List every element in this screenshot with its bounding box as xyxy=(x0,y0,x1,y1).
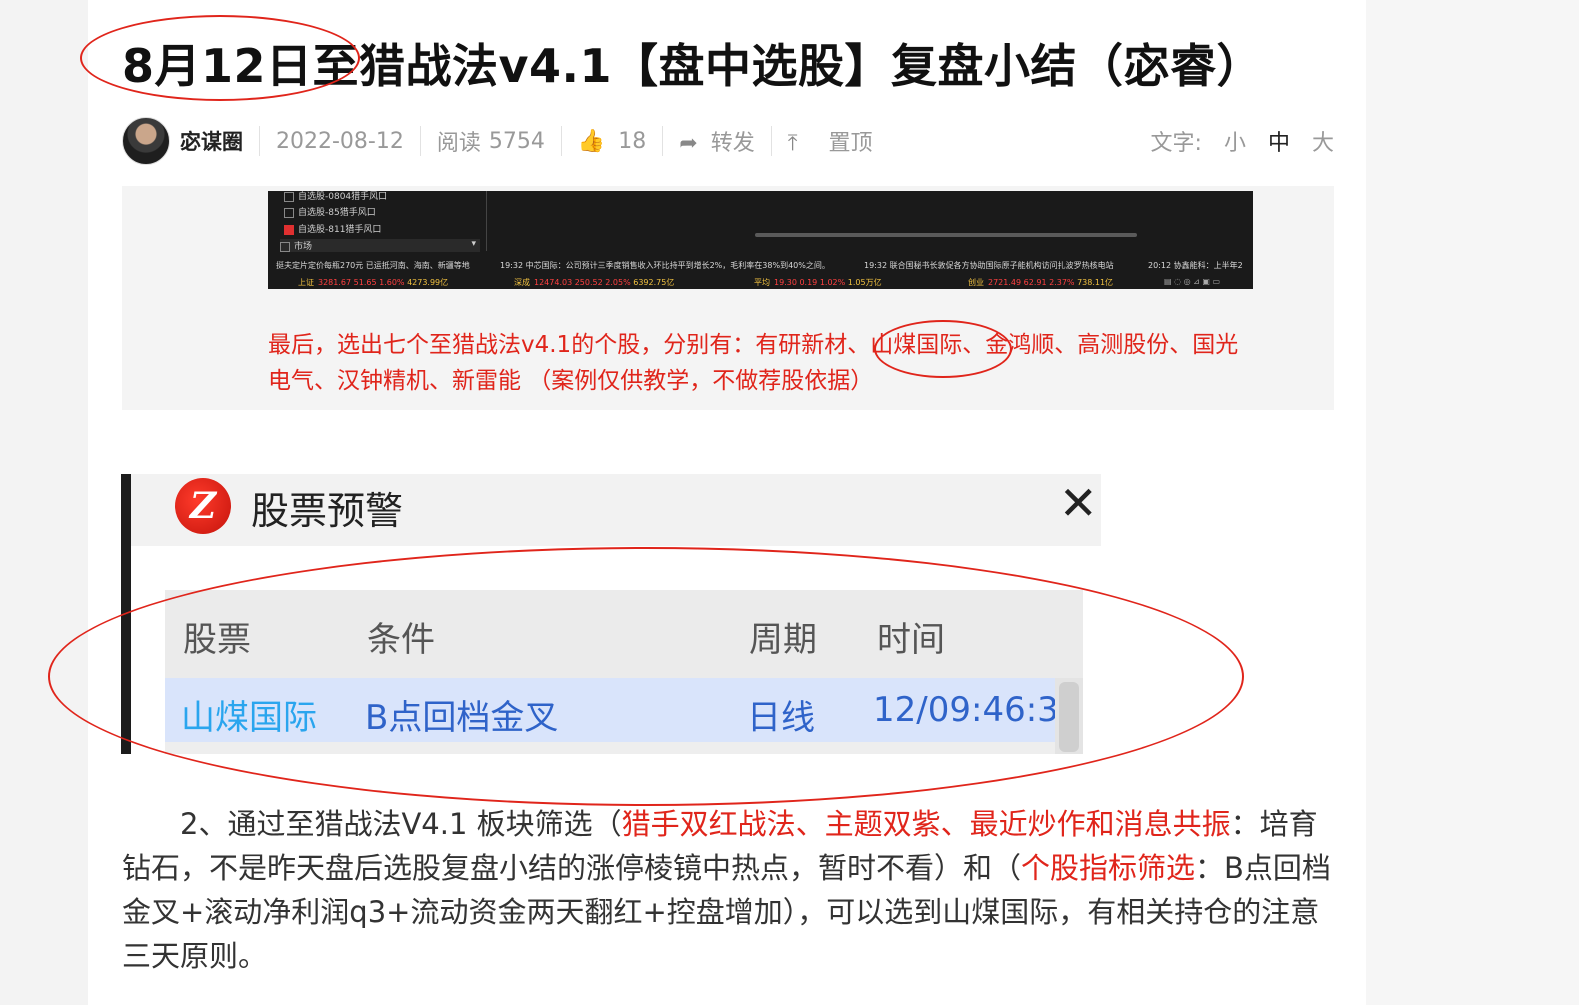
watchlist-item: 自选股-85猎手风口 xyxy=(284,205,376,218)
like-button[interactable]: 👍 18 xyxy=(578,129,646,154)
views-label: 阅读 xyxy=(436,131,481,156)
watchlist-item: 自选股-811猎手风口 xyxy=(284,222,381,235)
pin-top-icon: ⤒ xyxy=(787,131,798,156)
divider xyxy=(259,126,260,156)
column-header-time: 时间 xyxy=(877,620,945,660)
font-size-large[interactable]: 大 xyxy=(1312,125,1334,157)
checkbox-icon xyxy=(284,207,294,218)
checkbox-icon xyxy=(280,241,290,252)
row-stock[interactable]: 山煤国际 xyxy=(181,690,317,739)
views-count: 5754 xyxy=(488,128,545,154)
row-time: 12/09:46:36 xyxy=(873,690,1081,730)
column-header-stock: 股票 xyxy=(183,620,251,660)
alert-title: 股票预警 xyxy=(251,489,404,533)
share-button[interactable]: ➦ 转发 xyxy=(679,125,754,157)
share-arrow-icon: ➦ xyxy=(679,131,698,156)
watchlist-item: 自选股-0804猎手风口 xyxy=(284,191,387,202)
divider xyxy=(662,126,664,156)
column-header-period: 周期 xyxy=(749,620,817,660)
checkbox-icon xyxy=(284,191,294,202)
scrollbar-thumb[interactable] xyxy=(1059,682,1079,752)
pin-button[interactable]: ⤒ 置顶 xyxy=(788,125,873,157)
row-period: 日线 xyxy=(747,698,815,738)
font-size-medium[interactable]: 中 xyxy=(1268,125,1290,157)
scrollbar xyxy=(755,233,1137,237)
paragraph-text: 2、通过至猎战法V4.1 板块筛选（ xyxy=(180,807,622,841)
table-header: 股票 条件 周期 时间 xyxy=(165,590,1083,678)
highlight-text: 猎手双红战法、主题双紫、最近炒作和消息共振 xyxy=(621,807,1231,841)
pane-divider xyxy=(486,191,487,251)
market-dropdown: 市场 ▾ xyxy=(280,239,480,252)
news-ticker-item: 19:32 中芯国际：公司预计三季度销售收入环比持平到增长2%，毛利率在38%到… xyxy=(500,261,830,270)
alert-header: Z 股票预警 ✕ xyxy=(131,474,1101,546)
index-quote: 上证 3281.67 51.65 1.60% 4273.99亿 xyxy=(298,278,449,287)
divider xyxy=(419,126,421,156)
index-quote: 深成 12474.03 250.52 2.05% 6392.75亿 xyxy=(514,278,675,287)
thumbs-up-icon: 👍 xyxy=(577,128,606,154)
author-avatar[interactable] xyxy=(122,117,170,165)
page-title: 8月12日至猎战法v4.1【盘中选股】复盘小结（宓睿） xyxy=(122,39,1263,93)
table-scrollbar[interactable] xyxy=(1055,678,1083,754)
share-label: 转发 xyxy=(710,131,755,156)
font-size-label: 文字: xyxy=(1150,131,1202,156)
news-ticker-item: 挺夫定片定价每瓶270元 已运抵河南、海南、新疆等地 xyxy=(276,261,470,270)
stock-alert-screenshot: Z 股票预警 ✕ 股票 条件 周期 时间 山煤国际 B点回档金叉 日线 12/0… xyxy=(121,474,1101,754)
index-quote: 平均 19.30 0.19 1.02% 1.05万亿 xyxy=(754,278,882,287)
article-meta-bar: 宓谋圈 2022-08-12 阅读 5754 👍 18 ➦ 转发 ⤒ 置顶 文字… xyxy=(122,116,1334,166)
index-quote: 创业 2721.49 62.91 2.37% 738.11亿 xyxy=(968,278,1114,287)
selected-stocks-text: 最后，选出七个至猎战法v4.1的个股，分别有：有研新材、山煤国际、金鸿顺、高测股… xyxy=(268,332,1239,394)
highlight-text: 个股指标筛选 xyxy=(1021,851,1196,885)
close-icon[interactable]: ✕ xyxy=(1059,476,1098,530)
analysis-paragraph: 2、通过至猎战法V4.1 板块筛选（猎手双红战法、主题双紫、最近炒作和消息共振：… xyxy=(122,802,1334,978)
news-ticker-item: 20:12 协鑫能科：上半年2 xyxy=(1148,261,1243,270)
dropdown-arrow-icon: ▾ xyxy=(471,239,476,249)
alert-left-border xyxy=(121,474,131,754)
table-row[interactable]: 山煤国际 B点回档金叉 日线 12/09:46:36 xyxy=(165,678,1080,742)
divider xyxy=(770,126,772,156)
divider xyxy=(560,126,562,156)
publish-date: 2022-08-12 xyxy=(276,128,404,154)
like-count: 18 xyxy=(618,128,647,154)
right-sidebar-background xyxy=(1366,0,1579,1005)
column-header-condition: 条件 xyxy=(367,620,435,660)
trading-terminal-screenshot: 自选股-0804猎手风口 自选股-85猎手风口 自选股-811猎手风口 市场 ▾ … xyxy=(268,191,1253,289)
terminal-toolbar-icons: ▤ ◌ ◎ ⊿ ▣ ▭ xyxy=(1164,277,1221,286)
font-size-small[interactable]: 小 xyxy=(1224,125,1246,157)
pin-label: 置顶 xyxy=(828,131,873,156)
row-condition: B点回档金叉 xyxy=(365,698,559,738)
news-ticker-item: 19:32 联合国秘书长敦促各方协助国际原子能机构访问扎波罗热核电站 xyxy=(864,261,1114,270)
checked-checkbox-icon xyxy=(284,224,294,235)
author-name[interactable]: 宓谋圈 xyxy=(180,126,243,156)
alert-table: 股票 条件 周期 时间 山煤国际 B点回档金叉 日线 12/09:46:36 xyxy=(165,590,1083,754)
app-logo-icon: Z xyxy=(175,478,231,534)
